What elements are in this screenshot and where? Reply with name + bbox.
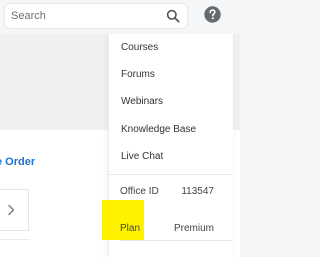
search-box[interactable] <box>4 3 188 29</box>
search-input[interactable] <box>11 6 161 26</box>
search-icon[interactable] <box>166 9 180 23</box>
menu-bottom-divider <box>120 240 232 241</box>
expand-row[interactable] <box>0 189 29 231</box>
plan-label: Plan <box>120 223 141 234</box>
office-id-value: 113547 <box>181 186 214 197</box>
help-icon[interactable] <box>204 6 221 23</box>
order-link[interactable]: e Order <box>0 156 35 168</box>
menu-meta: Office ID 113547 Plan Premium <box>108 34 232 257</box>
top-bar <box>0 0 240 34</box>
office-id-label: Office ID <box>120 186 159 197</box>
plan-value: Premium <box>173 223 214 234</box>
divider <box>0 239 30 240</box>
chevron-right-icon <box>8 204 15 216</box>
